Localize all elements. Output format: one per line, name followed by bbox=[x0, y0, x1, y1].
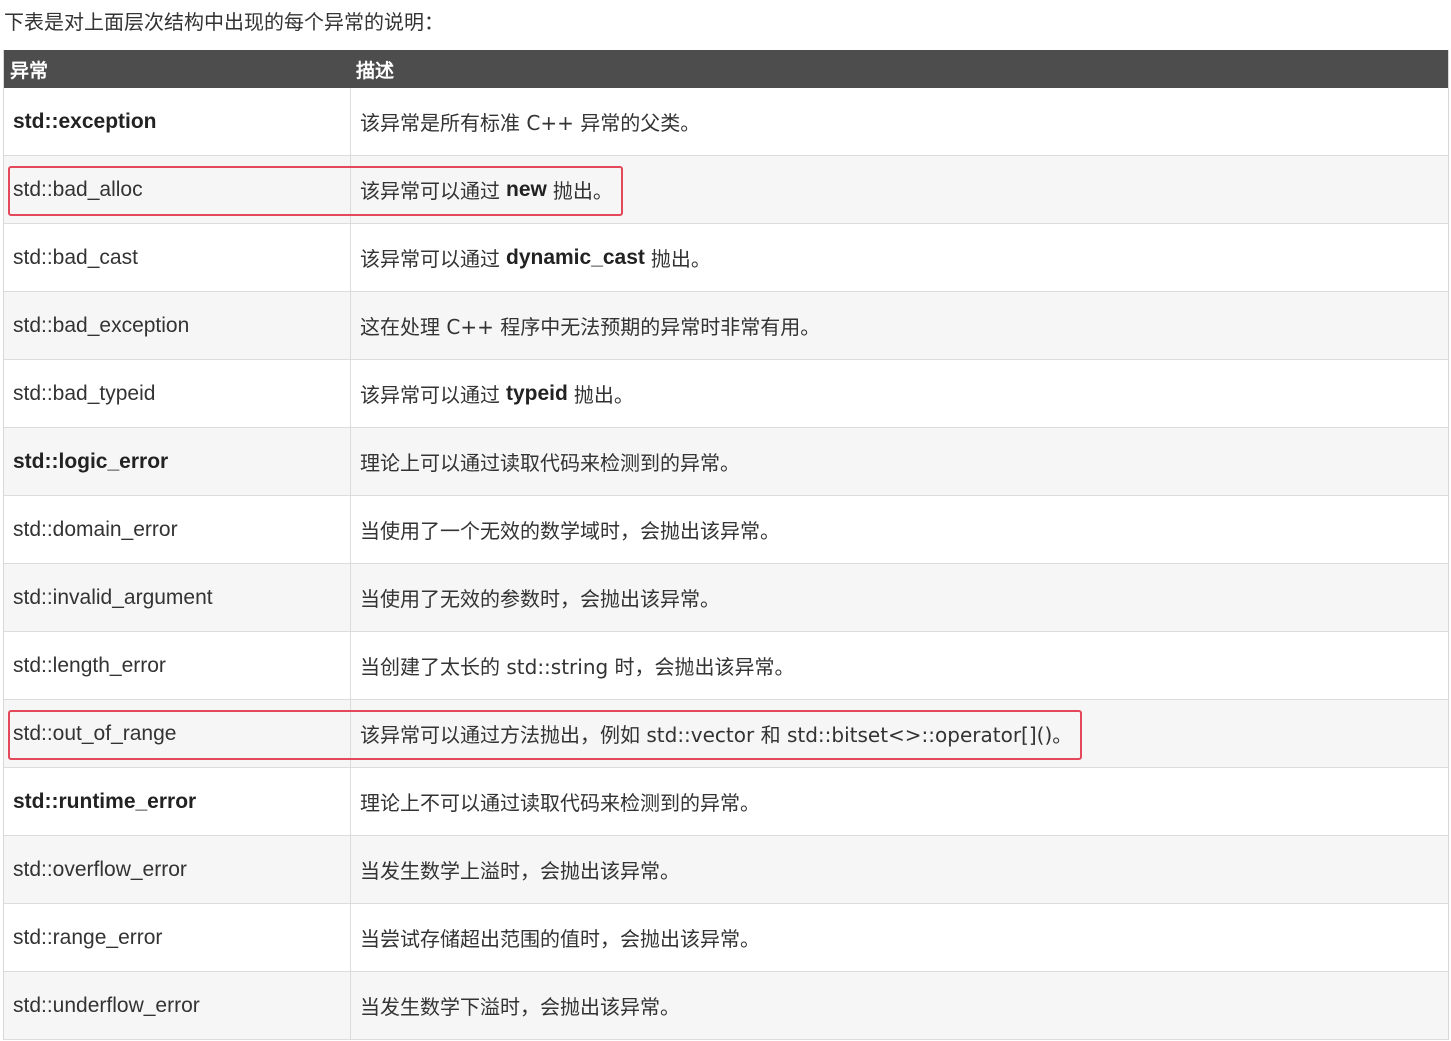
table-row: std::bad_alloc 该异常可以通过 new 抛出。 bbox=[4, 156, 1448, 224]
exception-description: 该异常可以通过 new 抛出。 bbox=[351, 156, 1448, 223]
exception-name: std::bad_cast bbox=[4, 224, 351, 291]
exception-description: 当发生数学上溢时，会抛出该异常。 bbox=[351, 836, 1448, 903]
description-keyword: new bbox=[506, 177, 547, 201]
table-row: std::length_error 当创建了太长的 std::string 时，会… bbox=[4, 632, 1448, 700]
table-row: std::exception 该异常是所有标准 C++ 异常的父类。 bbox=[4, 88, 1448, 156]
header-exception: 异常 bbox=[10, 59, 49, 82]
table-body: std::exception 该异常是所有标准 C++ 异常的父类。std::ba… bbox=[4, 88, 1448, 1040]
description-suffix: 抛出。 bbox=[573, 383, 634, 407]
exception-name: std::exception bbox=[4, 88, 351, 155]
exception-description: 当使用了一个无效的数学域时，会抛出该异常。 bbox=[351, 496, 1448, 563]
description-text: 该异常可以通过 bbox=[360, 247, 500, 271]
exception-description: 该异常可以通过 dynamic_cast 抛出。 bbox=[351, 224, 1448, 291]
description-text: 当尝试存储超出范围的值时，会抛出该异常。 bbox=[360, 927, 760, 951]
description-text: 该异常可以通过 bbox=[360, 383, 500, 407]
exception-description: 当尝试存储超出范围的值时，会抛出该异常。 bbox=[351, 904, 1448, 971]
description-keyword: typeid bbox=[506, 381, 568, 405]
exception-description: 理论上不可以通过读取代码来检测到的异常。 bbox=[351, 768, 1448, 835]
exception-description: 当发生数学下溢时，会抛出该异常。 bbox=[351, 972, 1448, 1039]
description-keyword: dynamic_cast bbox=[506, 245, 645, 269]
exception-description: 这在处理 C++ 程序中无法预期的异常时非常有用。 bbox=[351, 292, 1448, 359]
exception-description: 该异常可以通过 typeid 抛出。 bbox=[351, 360, 1448, 427]
exception-description: 当使用了无效的参数时，会抛出该异常。 bbox=[351, 564, 1448, 631]
exception-name: std::range_error bbox=[4, 904, 351, 971]
exception-name: std::invalid_argument bbox=[4, 564, 351, 631]
table-row: std::underflow_error 当发生数学下溢时，会抛出该异常。 bbox=[4, 972, 1448, 1040]
table-row: std::domain_error 当使用了一个无效的数学域时，会抛出该异常。 bbox=[4, 496, 1448, 564]
exception-name: std::out_of_range bbox=[4, 700, 351, 767]
description-suffix: 抛出。 bbox=[650, 247, 711, 271]
exception-name: std::logic_error bbox=[4, 428, 351, 495]
exception-description: 当创建了太长的 std::string 时，会抛出该异常。 bbox=[351, 632, 1448, 699]
description-text: 当使用了一个无效的数学域时，会抛出该异常。 bbox=[360, 519, 780, 543]
table-row: std::bad_exception 这在处理 C++ 程序中无法预期的异常时非常… bbox=[4, 292, 1448, 360]
exception-description: 该异常可以通过方法抛出，例如 std::vector 和 std::bitset… bbox=[351, 700, 1448, 767]
table-row: std::invalid_argument 当使用了无效的参数时，会抛出该异常。 bbox=[4, 564, 1448, 632]
header-description: 描述 bbox=[356, 59, 395, 82]
table-row: std::runtime_error 理论上不可以通过读取代码来检测到的异常。 bbox=[4, 768, 1448, 836]
exception-name: std::domain_error bbox=[4, 496, 351, 563]
exception-name: std::runtime_error bbox=[4, 768, 351, 835]
exception-name: std::bad_typeid bbox=[4, 360, 351, 427]
intro-text: 下表是对上面层次结构中出现的每个异常的说明： bbox=[4, 10, 444, 34]
exception-name: std::length_error bbox=[4, 632, 351, 699]
exception-description: 理论上可以通过读取代码来检测到的异常。 bbox=[351, 428, 1448, 495]
description-text: 理论上可以通过读取代码来检测到的异常。 bbox=[360, 451, 740, 475]
description-text: 当发生数学下溢时，会抛出该异常。 bbox=[360, 995, 680, 1019]
description-text: 该异常可以通过 bbox=[360, 179, 500, 203]
description-text: 这在处理 C++ 程序中无法预期的异常时非常有用。 bbox=[360, 315, 821, 339]
table-row: std::range_error 当尝试存储超出范围的值时，会抛出该异常。 bbox=[4, 904, 1448, 972]
description-text: 当使用了无效的参数时，会抛出该异常。 bbox=[360, 587, 720, 611]
table-row: std::overflow_error 当发生数学上溢时，会抛出该异常。 bbox=[4, 836, 1448, 904]
table-row: std::bad_typeid 该异常可以通过 typeid 抛出。 bbox=[4, 360, 1448, 428]
exception-name: std::underflow_error bbox=[4, 972, 351, 1039]
description-text: 理论上不可以通过读取代码来检测到的异常。 bbox=[360, 791, 760, 815]
exceptions-table: 异常 描述 std::exception 该异常是所有标准 C++ 异常的父类。 s… bbox=[3, 50, 1449, 1040]
table-row: std::bad_cast 该异常可以通过 dynamic_cast 抛出。 bbox=[4, 224, 1448, 292]
table-row: std::out_of_range 该异常可以通过方法抛出，例如 std::vec… bbox=[4, 700, 1448, 768]
exception-description: 该异常是所有标准 C++ 异常的父类。 bbox=[351, 88, 1448, 155]
exception-name: std::overflow_error bbox=[4, 836, 351, 903]
exception-name: std::bad_alloc bbox=[4, 156, 351, 223]
description-text: 当创建了太长的 std::string 时，会抛出该异常。 bbox=[360, 655, 795, 679]
description-suffix: 抛出。 bbox=[552, 179, 613, 203]
table-header: 异常 描述 bbox=[4, 50, 1448, 88]
exception-name: std::bad_exception bbox=[4, 292, 351, 359]
description-text: 该异常可以通过方法抛出，例如 std::vector 和 std::bitset… bbox=[360, 723, 1073, 747]
description-text: 当发生数学上溢时，会抛出该异常。 bbox=[360, 859, 680, 883]
description-text: 该异常是所有标准 C++ 异常的父类。 bbox=[360, 111, 701, 135]
table-row: std::logic_error 理论上可以通过读取代码来检测到的异常。 bbox=[4, 428, 1448, 496]
